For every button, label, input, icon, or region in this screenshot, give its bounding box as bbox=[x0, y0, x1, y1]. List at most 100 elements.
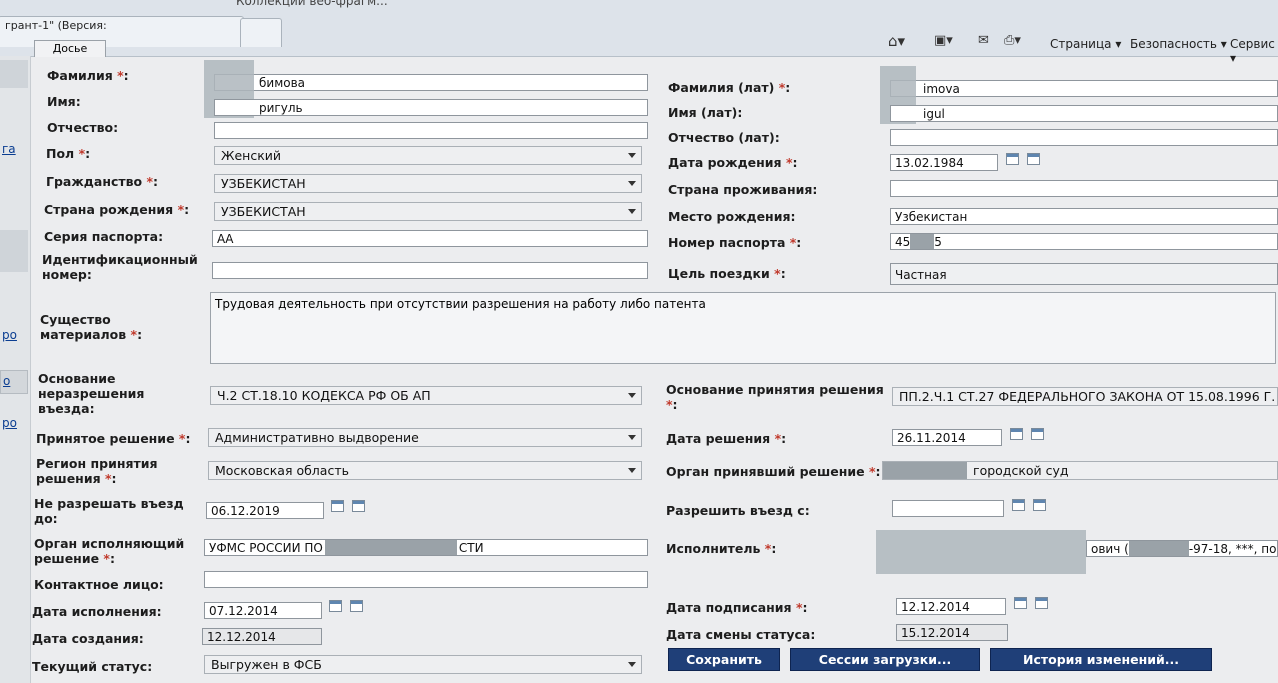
decision-basis-label: Основание принятия решения *: bbox=[666, 382, 884, 412]
clear-date-icon[interactable] bbox=[1031, 428, 1044, 440]
redaction-block bbox=[883, 462, 967, 479]
save-button[interactable]: Сохранить bbox=[668, 648, 780, 671]
left-nav-block-2 bbox=[0, 230, 28, 272]
signing-date-label: Дата подписания *: bbox=[666, 600, 808, 615]
menu-service[interactable]: Сервис ▾ bbox=[1230, 37, 1278, 65]
surname-label: Фамилия *: bbox=[47, 68, 129, 83]
patronymic-label: Отчество: bbox=[47, 120, 119, 135]
load-sessions-button[interactable]: Сессии загрузки... bbox=[790, 648, 980, 671]
birth-date-input[interactable]: 13.02.1984 bbox=[890, 154, 998, 171]
birth-place-input[interactable]: Узбекистан bbox=[890, 208, 1278, 225]
patronymic-lat-label: Отчество (лат): bbox=[668, 130, 780, 145]
allow-entry-from-label: Разрешить въезд с: bbox=[666, 503, 810, 518]
executing-body-label: Орган исполняющий решение *: bbox=[34, 536, 185, 566]
print-icon[interactable]: ⎙▾ bbox=[1004, 33, 1021, 48]
refusal-basis-select[interactable]: Ч.2 СТ.18.10 КОДЕКСА РФ ОБ АП bbox=[210, 386, 642, 405]
redaction-block bbox=[324, 540, 457, 555]
menu-page[interactable]: Страница ▾ bbox=[1050, 37, 1121, 51]
menu-security[interactable]: Безопасность ▾ bbox=[1130, 37, 1227, 51]
deciding-body-label: Орган принявший решение *: bbox=[666, 464, 881, 479]
decision-label: Принятое решение *: bbox=[36, 431, 191, 446]
rss-feed-icon[interactable]: ▣▾ bbox=[934, 33, 953, 48]
no-entry-until-input[interactable]: 06.12.2019 bbox=[206, 502, 324, 519]
creation-date-field: 12.12.2014 bbox=[202, 628, 322, 645]
redaction-block bbox=[1128, 541, 1189, 556]
chevron-down-icon bbox=[628, 181, 636, 186]
decision-date-input[interactable]: 26.11.2014 bbox=[892, 429, 1002, 446]
bookmarks-bar-item[interactable]: Коллекции веб-фрагм... bbox=[236, 0, 388, 8]
id-number-label: Идентификационный номер: bbox=[42, 252, 198, 282]
executor-field[interactable]: ович (-97-18, ***, по bbox=[1086, 540, 1278, 557]
left-link-1[interactable]: га bbox=[2, 142, 16, 156]
decision-date-label: Дата решения *: bbox=[666, 431, 787, 446]
redaction-executor bbox=[876, 530, 1086, 574]
left-link-2[interactable]: ро bbox=[2, 328, 17, 342]
patronymic-lat-input[interactable] bbox=[890, 129, 1278, 146]
birth-date-label: Дата рождения *: bbox=[668, 155, 798, 170]
decision-select[interactable]: Административно выдворение bbox=[208, 428, 642, 447]
deciding-body-select[interactable]: городской суд bbox=[882, 461, 1278, 480]
execution-date-input[interactable]: 07.12.2014 bbox=[204, 602, 322, 619]
name-lat-label: Имя (лат): bbox=[668, 105, 743, 120]
birth-country-label: Страна рождения *: bbox=[44, 202, 190, 217]
allow-entry-from-input[interactable] bbox=[892, 500, 1004, 517]
passport-series-label: Серия паспорта: bbox=[44, 229, 164, 244]
new-tab-button[interactable] bbox=[240, 18, 282, 47]
clear-date-icon[interactable] bbox=[1033, 499, 1046, 511]
change-history-button[interactable]: История изменений... bbox=[990, 648, 1212, 671]
clear-date-icon[interactable] bbox=[1027, 153, 1040, 165]
status-select[interactable]: Выгружен в ФСБ bbox=[204, 655, 642, 674]
id-number-input[interactable] bbox=[212, 262, 648, 279]
calendar-icon[interactable] bbox=[1014, 597, 1027, 609]
chevron-down-icon bbox=[628, 435, 636, 440]
passport-number-input[interactable]: 45 5 bbox=[890, 233, 1278, 250]
contact-input[interactable] bbox=[204, 571, 648, 588]
chevron-down-icon bbox=[628, 393, 636, 398]
name-label: Имя: bbox=[47, 94, 81, 109]
home-icon[interactable]: ⌂▾ bbox=[888, 32, 905, 50]
essence-label: Существо материалов *: bbox=[40, 312, 143, 342]
chevron-down-icon bbox=[628, 468, 636, 473]
status-change-date-field: 15.12.2014 bbox=[896, 624, 1008, 641]
left-nav-block bbox=[0, 60, 28, 88]
trip-purpose-select[interactable]: Частная bbox=[890, 263, 1278, 285]
decision-basis-select[interactable]: ПП.2.Ч.1 СТ.27 ФЕДЕРАЛЬНОГО ЗАКОНА ОТ 15… bbox=[892, 387, 1278, 406]
region-label: Регион принятия решения *: bbox=[36, 456, 158, 486]
essence-textarea[interactable]: Трудовая деятельность при отсутствии раз… bbox=[210, 292, 1276, 364]
surname-lat-input[interactable]: imova bbox=[890, 80, 1278, 97]
chevron-down-icon bbox=[628, 209, 636, 214]
name-input[interactable]: ригуль bbox=[214, 99, 648, 116]
left-nav-box[interactable]: о bbox=[0, 370, 28, 394]
clear-date-icon[interactable] bbox=[1035, 597, 1048, 609]
citizenship-select[interactable]: УЗБЕКИСТАН bbox=[214, 174, 642, 193]
calendar-icon[interactable] bbox=[1010, 428, 1023, 440]
name-lat-input[interactable]: igul bbox=[890, 105, 1278, 122]
left-navigation-strip: га ро о ро bbox=[0, 56, 31, 683]
passport-number-label: Номер паспорта *: bbox=[668, 235, 802, 250]
left-link-3[interactable]: ро bbox=[2, 416, 17, 430]
contact-label: Контактное лицо: bbox=[34, 577, 164, 592]
patronymic-input[interactable] bbox=[214, 122, 648, 139]
executing-body-input[interactable]: УФМС РОССИИ ПО СТИ bbox=[204, 539, 648, 556]
signing-date-input[interactable]: 12.12.2014 bbox=[896, 598, 1006, 615]
browser-toolbar: грант-1" (Версия: Коллекции веб-фрагм...… bbox=[0, 0, 1278, 65]
clear-date-icon[interactable] bbox=[350, 600, 363, 612]
region-select[interactable]: Московская область bbox=[208, 461, 642, 480]
status-label: Текущий статус: bbox=[32, 659, 153, 674]
executor-label: Исполнитель *: bbox=[666, 541, 777, 556]
residence-country-input[interactable] bbox=[890, 180, 1278, 197]
gender-select[interactable]: Женский bbox=[214, 146, 642, 165]
birth-country-select[interactable]: УЗБЕКИСТАН bbox=[214, 202, 642, 221]
tab-dossier[interactable]: Досье bbox=[34, 40, 106, 57]
passport-series-input[interactable]: АА bbox=[212, 230, 648, 247]
creation-date-label: Дата создания: bbox=[32, 631, 144, 646]
calendar-icon[interactable] bbox=[1012, 499, 1025, 511]
tab-title: грант-1" (Версия: bbox=[5, 19, 107, 32]
calendar-icon[interactable] bbox=[331, 500, 344, 512]
trip-purpose-label: Цель поездки *: bbox=[668, 266, 786, 281]
mail-icon[interactable]: ✉ bbox=[978, 33, 989, 48]
surname-input[interactable]: бимова bbox=[214, 74, 648, 91]
calendar-icon[interactable] bbox=[1006, 153, 1019, 165]
clear-date-icon[interactable] bbox=[352, 500, 365, 512]
calendar-icon[interactable] bbox=[329, 600, 342, 612]
